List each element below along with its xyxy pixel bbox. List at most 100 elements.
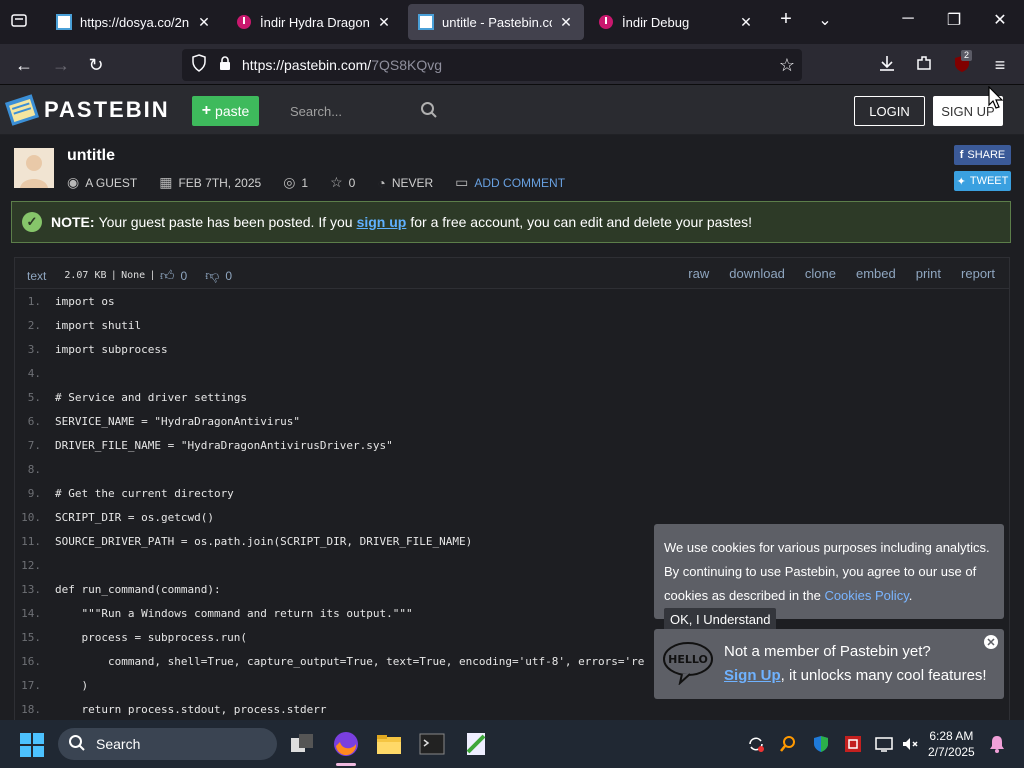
notice-signup-link[interactable]: sign up bbox=[357, 214, 407, 230]
twitter-bird-icon: ✦ bbox=[956, 175, 966, 188]
new-paste-button[interactable]: + paste bbox=[192, 96, 259, 126]
member-signup-link[interactable]: Sign Up bbox=[724, 667, 781, 684]
line-content: # Service and driver settings bbox=[55, 390, 248, 404]
thumbs-down-icon[interactable]: 👎︎ bbox=[205, 267, 219, 284]
code-line: 8. bbox=[15, 457, 1009, 481]
notification-bell-icon[interactable] bbox=[988, 734, 1008, 754]
task-view-icon[interactable] bbox=[288, 730, 316, 758]
search-icon[interactable] bbox=[420, 101, 438, 124]
notice-text-before: Your guest paste has been posted. If you bbox=[98, 214, 353, 230]
clone-link[interactable]: clone bbox=[805, 266, 836, 281]
list-all-tabs-icon[interactable]: ⌄ bbox=[815, 10, 835, 30]
plus-icon: + bbox=[201, 102, 212, 119]
tab-debug[interactable]: İndir Debug ✕ bbox=[588, 4, 764, 40]
taskbar-search[interactable]: Search bbox=[58, 728, 277, 760]
navigation-toolbar: ← → ↻ https://pastebin.com/7QS8KQvg ☆ 2 … bbox=[0, 44, 1024, 85]
system-clock[interactable]: 6:28 AM 2/7/2025 bbox=[928, 728, 975, 760]
browser-tab-strip: https://dosya.co/2nkgg ✕ İndir Hydra Dra… bbox=[0, 0, 1024, 44]
close-window-icon[interactable]: ✕ bbox=[990, 10, 1010, 30]
syntax-label[interactable]: text bbox=[27, 269, 46, 283]
search-tool-tray-icon[interactable] bbox=[778, 734, 798, 754]
url-text: https://pastebin.com/7QS8KQvg bbox=[242, 57, 442, 73]
antivirus-tray-icon[interactable] bbox=[843, 734, 863, 754]
taskbar-search-label: Search bbox=[96, 736, 141, 752]
volume-muted-tray-icon[interactable] bbox=[900, 734, 920, 754]
forward-icon[interactable]: → bbox=[50, 54, 72, 76]
facebook-share-button[interactable]: f SHARE bbox=[954, 145, 1011, 165]
close-tab-icon[interactable]: ✕ bbox=[558, 14, 574, 31]
new-tab-icon[interactable]: + bbox=[776, 8, 796, 31]
lock-icon[interactable] bbox=[214, 54, 236, 76]
line-number: 17. bbox=[21, 678, 41, 692]
close-promo-icon[interactable]: ✕ bbox=[984, 635, 998, 649]
member-line2-text: , it unlocks many cool features! bbox=[780, 667, 987, 684]
login-button[interactable]: LOGIN bbox=[854, 96, 925, 126]
firefox-taskbar-icon[interactable] bbox=[332, 730, 360, 766]
print-link[interactable]: print bbox=[916, 266, 941, 281]
twitter-tweet-button[interactable]: ✦ TWEET bbox=[954, 171, 1011, 191]
search-input[interactable] bbox=[282, 95, 422, 127]
member-line2: Sign Up, it unlocks many cool features! bbox=[724, 667, 987, 684]
tab-dosya[interactable]: https://dosya.co/2nkgg ✕ bbox=[46, 4, 222, 40]
line-number: 11. bbox=[21, 534, 41, 548]
tracking-protection-shield-icon[interactable] bbox=[188, 54, 210, 76]
code-line: 5. # Service and driver settings bbox=[15, 385, 1009, 409]
expiry-clock-icon: ◔ bbox=[377, 174, 386, 191]
svg-text:HELLO: HELLO bbox=[668, 653, 708, 666]
reload-icon[interactable]: ↻ bbox=[85, 54, 107, 76]
address-bar[interactable]: https://pastebin.com/7QS8KQvg ☆ bbox=[182, 49, 802, 81]
star-icon: ☆ bbox=[330, 174, 343, 190]
notepad-plus-icon[interactable] bbox=[462, 730, 490, 758]
cookies-policy-link[interactable]: Cookies Policy bbox=[824, 588, 908, 603]
file-explorer-icon[interactable] bbox=[375, 730, 403, 758]
line-content: # Get the current directory bbox=[55, 486, 234, 500]
mouse-cursor-icon bbox=[988, 85, 1004, 110]
line-number: 2. bbox=[27, 318, 41, 332]
hello-speech-bubble-icon: HELLO bbox=[662, 641, 714, 686]
tab-overview-icon[interactable] bbox=[8, 10, 30, 32]
terminal-icon[interactable] bbox=[418, 730, 446, 758]
bookmark-star-icon[interactable]: ☆ bbox=[776, 54, 798, 76]
paste-views: 1 bbox=[301, 175, 309, 190]
back-icon[interactable]: ← bbox=[13, 54, 35, 76]
minimize-icon[interactable]: ─ bbox=[898, 10, 918, 28]
windows-start-icon[interactable] bbox=[20, 733, 44, 762]
thumbs-up-icon[interactable]: 👍︎ bbox=[160, 267, 175, 284]
close-tab-icon[interactable]: ✕ bbox=[376, 14, 392, 31]
add-comment-link[interactable]: ADD COMMENT bbox=[474, 176, 565, 190]
network-tray-icon[interactable] bbox=[874, 734, 894, 754]
comment-icon: ▭ bbox=[455, 174, 469, 190]
code-toolbar: text 2.07 KB | None | 👍︎ 0 👎︎ 0 raw down… bbox=[15, 258, 1009, 289]
clock-date: 2/7/2025 bbox=[928, 745, 975, 759]
pastebin-logo-text[interactable]: PASTEBIN bbox=[44, 97, 170, 123]
code-line: 6. SERVICE_NAME = "HydraDragonAntivirus" bbox=[15, 409, 1009, 433]
report-link[interactable]: report bbox=[961, 266, 995, 281]
tab-hydra[interactable]: İndir Hydra Dragon Ant ✕ bbox=[226, 4, 402, 40]
raw-link[interactable]: raw bbox=[688, 266, 709, 281]
line-content: process = subprocess.run( bbox=[55, 630, 248, 644]
line-content: command, shell=True, capture_output=True… bbox=[55, 654, 645, 668]
maximize-icon[interactable]: ❐ bbox=[944, 10, 964, 30]
download-favicon-icon bbox=[598, 14, 614, 30]
check-circle-icon: ✓ bbox=[22, 212, 42, 232]
sync-tray-icon[interactable] bbox=[746, 734, 766, 754]
paste-title: untitle bbox=[67, 147, 115, 164]
line-number: 10. bbox=[21, 510, 41, 524]
close-tab-icon[interactable]: ✕ bbox=[196, 14, 212, 31]
windows-taskbar: Search 6:28 AM 2/7/2025 bbox=[0, 720, 1024, 768]
line-content: import shutil bbox=[55, 318, 142, 332]
guest-paste-notice: ✓ NOTE: Your guest paste has been posted… bbox=[11, 201, 1011, 243]
extensions-icon[interactable] bbox=[913, 54, 935, 76]
tab-pastebin[interactable]: untitle - Pastebin.com ✕ bbox=[408, 4, 584, 40]
ublock-extension-icon[interactable]: 2 bbox=[951, 50, 973, 76]
pastebin-logo-icon[interactable] bbox=[4, 92, 40, 128]
guest-avatar bbox=[14, 148, 54, 188]
downloads-icon[interactable] bbox=[876, 54, 898, 76]
close-tab-icon[interactable]: ✕ bbox=[738, 14, 754, 31]
embed-link[interactable]: embed bbox=[856, 266, 896, 281]
defender-shield-tray-icon[interactable] bbox=[811, 734, 831, 754]
download-link[interactable]: download bbox=[729, 266, 785, 281]
line-content: import os bbox=[55, 294, 115, 308]
download-favicon-icon bbox=[236, 14, 252, 30]
menu-hamburger-icon[interactable]: ≡ bbox=[989, 54, 1011, 76]
